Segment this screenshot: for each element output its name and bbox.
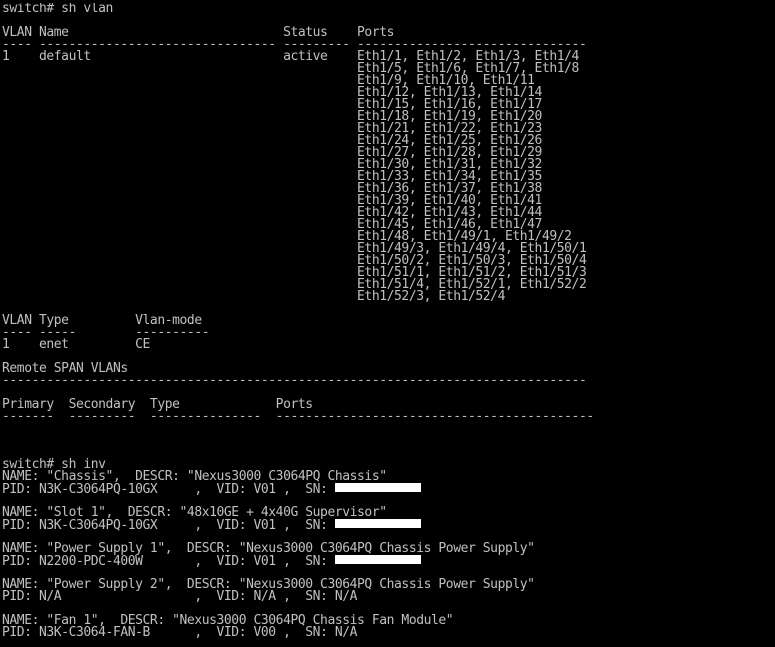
inventory-pid-line: PID: N2200-PDC-400W , VID: V01 , SN:: [2, 554, 773, 569]
redacted-serial: [334, 483, 421, 492]
prompt-line: switch# sh vlan: [2, 3, 113, 16]
pvlan-divider: ------- --------- --------------- ------…: [2, 409, 594, 424]
redacted-serial: [334, 555, 421, 564]
inventory-pid-text: PID: N3K-C3064PQ-10GX , VID: V01 , SN:: [2, 482, 335, 497]
vlan-ports-line: Eth1/52/3, Eth1/52/4: [2, 289, 505, 304]
terminal-output[interactable]: switch# sh vlan VLAN Name Status Ports -…: [2, 3, 773, 647]
inventory-pid-text: PID: N2200-PDC-400W , VID: V01 , SN:: [2, 554, 335, 569]
inventory-pid-line: PID: N3K-C3064-FAN-B , VID: V00 , SN: N/…: [2, 625, 358, 640]
inventory-pid-line: PID: N3K-C3064PQ-10GX , VID: V01 , SN:: [2, 482, 773, 497]
inventory-pid-text: PID: N3K-C3064PQ-10GX , VID: V01 , SN:: [2, 518, 335, 533]
vlan-type-row: 1 enet CE: [2, 337, 150, 352]
inventory-pid-line: PID: N/A , VID: N/A , SN: N/A: [2, 589, 358, 604]
inventory-pid-line: PID: N3K-C3064PQ-10GX , VID: V01 , SN:: [2, 518, 773, 533]
remote-span-divider: ----------------------------------------…: [2, 373, 587, 388]
redacted-serial: [334, 519, 421, 528]
